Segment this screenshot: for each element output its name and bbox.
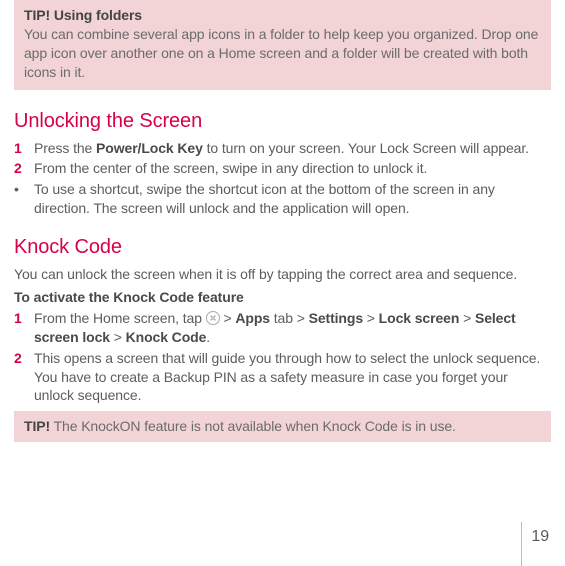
list-item: 2 From the center of the screen, swipe i…	[14, 159, 551, 178]
step-number: 2	[14, 349, 28, 406]
tip-title: TIP! Using folders	[24, 6, 541, 25]
step-text: Press the Power/Lock Key to turn on your…	[34, 139, 551, 158]
step-number: 1	[14, 309, 28, 347]
knock-intro: You can unlock the screen when it is off…	[14, 265, 551, 284]
list-item: 2 This opens a screen that will guide yo…	[14, 349, 551, 406]
tip-title: TIP!	[24, 418, 50, 434]
text-fragment: .	[206, 329, 210, 345]
apps-icon	[206, 311, 220, 325]
list-item: 1 From the Home screen, tap > Apps tab >…	[14, 309, 551, 347]
knock-subhead: To activate the Knock Code feature	[14, 288, 551, 307]
tip-box-folders: TIP! Using folders You can combine sever…	[14, 0, 551, 90]
tip-body: The KnockON feature is not available whe…	[50, 418, 456, 434]
page-number: 19	[531, 526, 549, 548]
step-number: 2	[14, 159, 28, 178]
heading-knock-code: Knock Code	[14, 234, 551, 261]
step-number: 1	[14, 139, 28, 158]
heading-unlocking: Unlocking the Screen	[14, 108, 551, 135]
text-fragment: tab >	[270, 310, 309, 326]
list-item: 1 Press the Power/Lock Key to turn on yo…	[14, 139, 551, 158]
knock-code-label: Knock Code	[126, 329, 207, 345]
tip-box-knockon: TIP! The KnockON feature is not availabl…	[14, 411, 551, 442]
text-fragment: >	[110, 329, 126, 345]
text-fragment: Press the	[34, 140, 96, 156]
step-text: From the Home screen, tap > Apps tab > S…	[34, 309, 551, 347]
text-fragment: From the Home screen, tap	[34, 310, 206, 326]
list-item: • To use a shortcut, swipe the shortcut …	[14, 180, 551, 218]
text-fragment: >	[363, 310, 379, 326]
tip-body: You can combine several app icons in a f…	[24, 25, 541, 82]
step-text: This opens a screen that will guide you …	[34, 349, 551, 406]
step-text: To use a shortcut, swipe the shortcut ic…	[34, 180, 551, 218]
apps-label: Apps	[235, 310, 270, 326]
lock-screen-label: Lock screen	[379, 310, 460, 326]
power-lock-key-label: Power/Lock Key	[96, 140, 203, 156]
text-fragment: to turn on your screen. Your Lock Screen…	[203, 140, 529, 156]
text-fragment: >	[220, 310, 236, 326]
text-fragment: >	[459, 310, 475, 326]
bullet-marker: •	[14, 180, 28, 218]
settings-label: Settings	[309, 310, 363, 326]
unlocking-list: 1 Press the Power/Lock Key to turn on yo…	[14, 139, 551, 219]
step-text: From the center of the screen, swipe in …	[34, 159, 551, 178]
knock-list: 1 From the Home screen, tap > Apps tab >…	[14, 309, 551, 405]
